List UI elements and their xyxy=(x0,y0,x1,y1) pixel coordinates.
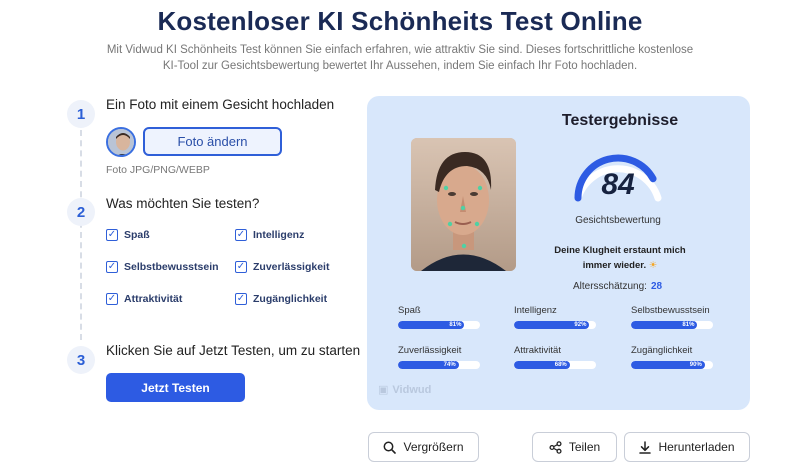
checkmark-icon[interactable]: ✓ xyxy=(106,229,118,241)
score-label: Gesichtsbewertung xyxy=(575,215,661,226)
option-label: Intelligenz xyxy=(253,229,305,241)
metric-bar: 92% xyxy=(514,321,596,329)
option-selbstbewusstsein[interactable]: ✓ Selbstbewusstsein xyxy=(106,261,219,273)
uploaded-photo-thumbnail[interactable] xyxy=(106,127,136,157)
metric-bar: 81% xyxy=(631,321,713,329)
step-2-number: 2 xyxy=(67,198,95,226)
change-photo-button[interactable]: Foto ändern xyxy=(143,127,282,156)
metric-bar-fill: 90% xyxy=(631,361,705,369)
option-label: Attraktivität xyxy=(124,293,183,305)
zoom-button[interactable]: Vergrößern xyxy=(368,432,479,462)
sun-emoji-icon: ☀ xyxy=(648,260,658,271)
download-icon xyxy=(639,440,652,454)
age-estimate: Altersschätzung: 28 xyxy=(573,281,662,292)
share-icon xyxy=(549,440,562,454)
metric-bar-fill: 81% xyxy=(631,321,698,329)
metric-value: 92% xyxy=(574,322,587,328)
zoom-label: Vergrößern xyxy=(403,440,464,454)
step-3-number: 3 xyxy=(67,346,95,374)
page-title: Kostenloser KI Schönheits Test Online xyxy=(157,6,643,36)
metric-bar: 74% xyxy=(398,361,480,369)
metric-bar-fill: 74% xyxy=(398,361,459,369)
result-message-line-2: immer wieder. ☀ xyxy=(545,258,695,273)
step-3-title: Klicken Sie auf Jetzt Testen, um zu star… xyxy=(106,343,361,358)
age-label: Altersschätzung: xyxy=(573,281,647,292)
result-message: Deine Klugheit erstaunt mich immer wiede… xyxy=(545,243,695,273)
metric-value: 68% xyxy=(554,362,567,368)
option-intelligenz[interactable]: ✓ Intelligenz xyxy=(235,229,304,241)
metric-bar-fill: 81% xyxy=(398,321,465,329)
metric-value: 81% xyxy=(682,322,695,328)
option-label: Spaß xyxy=(124,229,150,241)
face-score: 84 xyxy=(601,168,635,201)
logo-icon: ▣ xyxy=(378,384,389,396)
option-label: Selbstbewusstsein xyxy=(124,261,219,273)
download-label: Herunterladen xyxy=(658,440,735,454)
option-label: Zugänglichkeit xyxy=(253,293,328,305)
metric-bar: 81% xyxy=(398,321,480,329)
metric-value: 81% xyxy=(449,322,462,328)
metric-label: Spaß xyxy=(398,305,421,316)
option-label: Zuverlässigkeit xyxy=(253,261,330,273)
metric-label: Selbstbewusstsein xyxy=(631,305,710,316)
option-spass[interactable]: ✓ Spaß xyxy=(106,229,150,241)
page-subtitle: Mit Vidwud KI Schönheits Test können Sie… xyxy=(106,44,694,72)
option-zuverlaessigkeit[interactable]: ✓ Zuverlässigkeit xyxy=(235,261,329,273)
checkmark-icon[interactable]: ✓ xyxy=(235,261,247,273)
metric-bar-fill: 92% xyxy=(514,321,590,329)
checkmark-icon[interactable]: ✓ xyxy=(106,261,118,273)
download-button[interactable]: Herunterladen xyxy=(624,432,750,462)
step-connector xyxy=(80,130,82,340)
option-attraktivitaet[interactable]: ✓ Attraktivität xyxy=(106,293,182,305)
watermark-text: Vidwud xyxy=(392,383,432,396)
age-value: 28 xyxy=(650,281,663,292)
metric-label: Intelligenz xyxy=(514,305,557,316)
results-title: Testergebnisse xyxy=(561,112,679,129)
share-label: Teilen xyxy=(568,440,601,454)
metric-label: Zuverlässigkeit xyxy=(398,345,462,356)
share-button[interactable]: Teilen xyxy=(532,432,617,462)
option-zugaenglichkeit[interactable]: ✓ Zugänglichkeit xyxy=(235,293,327,305)
metric-bar-fill: 68% xyxy=(514,361,570,369)
analyzed-face-photo xyxy=(411,138,516,271)
metric-bar: 68% xyxy=(514,361,596,369)
test-now-button[interactable]: Jetzt Testen xyxy=(106,373,245,402)
result-message-line-2-text: immer wieder. xyxy=(582,260,647,271)
step-2-title: Was möchten Sie testen? xyxy=(106,196,260,211)
result-message-line-1: Deine Klugheit erstaunt mich xyxy=(554,245,686,256)
supported-formats: Foto JPG/PNG/WEBP xyxy=(106,164,210,176)
step-1-title: Ein Foto mit einem Gesicht hochladen xyxy=(106,97,335,112)
checkmark-icon[interactable]: ✓ xyxy=(235,293,247,305)
step-1-number: 1 xyxy=(67,100,95,128)
metric-label: Zugänglichkeit xyxy=(631,345,693,356)
magnifier-icon xyxy=(384,441,397,454)
metric-value: 90% xyxy=(689,362,702,368)
checkmark-icon[interactable]: ✓ xyxy=(106,293,118,305)
metric-value: 74% xyxy=(443,362,456,368)
watermark: ▣ Vidwud xyxy=(378,383,432,397)
checkmark-icon[interactable]: ✓ xyxy=(235,229,247,241)
metric-bar: 90% xyxy=(631,361,713,369)
metric-label: Attraktivität xyxy=(514,345,561,356)
